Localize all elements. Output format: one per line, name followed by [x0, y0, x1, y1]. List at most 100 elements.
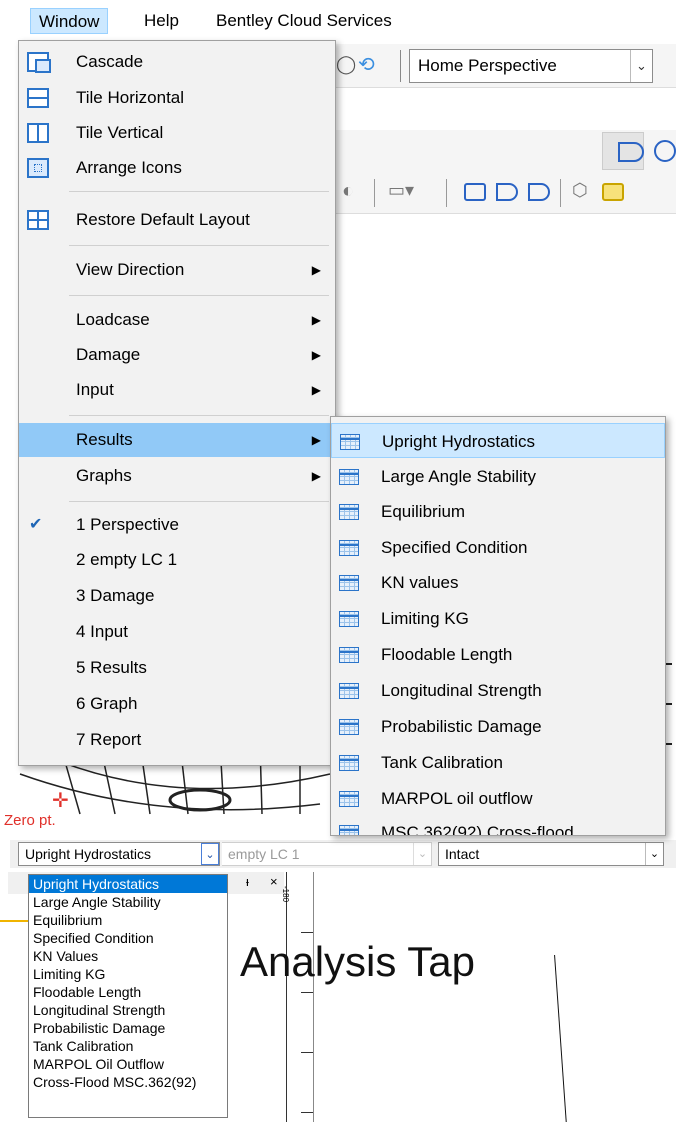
- submenu-item-label: Probabilistic Damage: [381, 717, 542, 736]
- dropdown-option[interactable]: Longitudinal Strength: [29, 1001, 227, 1019]
- table-icon: [339, 683, 359, 699]
- submenu-item[interactable]: Limiting KG: [331, 601, 665, 636]
- toolbar-separator: [560, 179, 561, 207]
- submenu-item-label: Floodable Length: [381, 645, 513, 664]
- analysis-type-dropdown-list[interactable]: Upright Hydrostatics Large Angle Stabili…: [28, 874, 228, 1118]
- dropdown-option[interactable]: Limiting KG: [29, 965, 227, 983]
- menu-window[interactable]: Window: [30, 8, 109, 34]
- submenu-arrow-icon: ▶: [311, 469, 321, 483]
- submenu-item[interactable]: Large Angle Stability: [331, 459, 665, 494]
- restore-layout-icon: [27, 210, 49, 230]
- menu-separator: [69, 501, 329, 502]
- menu-item-arrange-icons[interactable]: Arrange Icons: [19, 151, 335, 185]
- table-icon: [339, 575, 359, 591]
- add-shape-icon[interactable]: ⬡: [572, 180, 588, 201]
- camera-icon[interactable]: ◐: [342, 180, 354, 203]
- menu-item-window-6[interactable]: 6 Graph: [19, 687, 335, 721]
- dropdown-option[interactable]: Specified Condition: [29, 929, 227, 947]
- submenu-item[interactable]: Specified Condition: [331, 530, 665, 565]
- perspective-select[interactable]: Home Perspective ⌄: [409, 49, 653, 83]
- section-shape-icon[interactable]: [654, 140, 676, 162]
- menu-help[interactable]: Help: [136, 8, 187, 34]
- dropdown-option[interactable]: KN Values: [29, 947, 227, 965]
- submenu-item-label: MSC 362(92) Cross-flood: [381, 823, 574, 836]
- secondary-toolbar: [336, 130, 676, 172]
- dropdown-option[interactable]: Cross-Flood MSC.362(92): [29, 1073, 227, 1091]
- ruler-label: -180: [281, 886, 290, 903]
- submenu-item-label: Specified Condition: [381, 538, 528, 557]
- menu-item-view-direction[interactable]: View Direction ▶: [19, 253, 335, 287]
- menu-separator: [69, 295, 329, 296]
- submenu-item-label: Tank Calibration: [381, 753, 503, 772]
- checkmark-icon: ✔: [29, 516, 43, 533]
- submenu-arrow-icon: ▶: [311, 433, 321, 447]
- loadcase-select[interactable]: empty LC 1 ⌄: [222, 842, 432, 866]
- menu-item-graphs[interactable]: Graphs ▶: [19, 459, 335, 493]
- menu-item-tile-vertical[interactable]: Tile Vertical: [19, 116, 335, 150]
- dropdown-option[interactable]: Large Angle Stability: [29, 893, 227, 911]
- menu-separator: [69, 415, 329, 416]
- ruler-tick: [301, 992, 313, 993]
- menu-item-window-3[interactable]: 3 Damage: [19, 579, 335, 613]
- submenu-item[interactable]: MARPOL oil outflow: [331, 781, 665, 816]
- profile-icon[interactable]: [496, 183, 518, 201]
- plan-icon[interactable]: [528, 183, 550, 201]
- view-icon[interactable]: ◯: [336, 54, 356, 75]
- menu-item-window-5[interactable]: 5 Results: [19, 651, 335, 685]
- submenu-item-label: Limiting KG: [381, 609, 469, 628]
- menu-item-input[interactable]: Input ▶: [19, 373, 335, 407]
- refresh-icon[interactable]: ⟲: [358, 52, 375, 77]
- results-submenu: Upright Hydrostatics Large Angle Stabili…: [330, 416, 666, 836]
- analysis-type-value: Upright Hydrostatics: [25, 846, 152, 862]
- table-icon: [339, 755, 359, 771]
- menu-separator: [69, 245, 329, 246]
- pin-icon[interactable]: ᵻ: [246, 874, 249, 889]
- submenu-item[interactable]: Equilibrium: [331, 494, 665, 529]
- dropdown-option[interactable]: Upright Hydrostatics: [29, 875, 227, 893]
- menu-bentley-cloud-services[interactable]: Bentley Cloud Services: [208, 8, 400, 34]
- annotation-line: [554, 955, 580, 1122]
- menu-item-tile-horizontal[interactable]: Tile Horizontal: [19, 81, 335, 115]
- submenu-item-label: Upright Hydrostatics: [382, 432, 536, 451]
- dropdown-option[interactable]: Probabilistic Damage: [29, 1019, 227, 1037]
- menu-item-window-1[interactable]: ✔ 1 Perspective: [19, 508, 335, 542]
- table-icon: [339, 825, 359, 835]
- dropdown-option[interactable]: Tank Calibration: [29, 1037, 227, 1055]
- view-toolbar: ◐ ▭▾ ⬡: [336, 172, 676, 214]
- damage-case-select[interactable]: Intact ⌄: [438, 842, 664, 866]
- display-options-icon[interactable]: ▭▾: [388, 180, 414, 201]
- menu-item-restore-default-layout[interactable]: Restore Default Layout: [19, 203, 335, 237]
- dropdown-option[interactable]: Equilibrium: [29, 911, 227, 929]
- folder-icon[interactable]: [602, 183, 624, 201]
- menu-item-damage[interactable]: Damage ▶: [19, 338, 335, 372]
- hull-shape-icon[interactable]: [618, 142, 644, 162]
- submenu-item[interactable]: Upright Hydrostatics: [331, 423, 665, 458]
- chevron-down-icon[interactable]: ⌄: [201, 843, 219, 865]
- chevron-down-icon: ⌄: [630, 50, 652, 82]
- submenu-item[interactable]: Probabilistic Damage: [331, 709, 665, 744]
- submenu-item[interactable]: MSC 362(92) Cross-flood: [331, 815, 665, 836]
- dropdown-option[interactable]: MARPOL Oil Outflow: [29, 1055, 227, 1073]
- menu-item-results[interactable]: Results ▶: [19, 423, 335, 457]
- menu-item-loadcase[interactable]: Loadcase ▶: [19, 303, 335, 337]
- dropdown-option[interactable]: Floodable Length: [29, 983, 227, 1001]
- close-icon[interactable]: ×: [270, 874, 278, 889]
- submenu-item-label: Longitudinal Strength: [381, 681, 542, 700]
- loadcase-value: empty LC 1: [228, 846, 300, 862]
- zero-point-marker: ✛: [52, 790, 69, 812]
- submenu-arrow-icon: ▶: [311, 383, 321, 397]
- body-plan-icon[interactable]: [464, 183, 486, 201]
- submenu-item[interactable]: Tank Calibration: [331, 745, 665, 780]
- menu-item-cascade[interactable]: Cascade: [19, 45, 335, 79]
- submenu-item[interactable]: Longitudinal Strength: [331, 673, 665, 708]
- submenu-arrow-icon: ▶: [311, 313, 321, 327]
- menu-item-window-7[interactable]: 7 Report: [19, 723, 335, 757]
- submenu-item[interactable]: Floodable Length: [331, 637, 665, 672]
- analysis-type-select[interactable]: Upright Hydrostatics ⌄: [18, 842, 220, 866]
- submenu-item[interactable]: KN values: [331, 565, 665, 600]
- table-icon: [339, 504, 359, 520]
- menu-item-window-2[interactable]: 2 empty LC 1: [19, 543, 335, 577]
- menu-item-window-4[interactable]: 4 Input: [19, 615, 335, 649]
- menu-item-label: Results: [76, 430, 133, 449]
- vertical-ruler: [286, 872, 314, 1122]
